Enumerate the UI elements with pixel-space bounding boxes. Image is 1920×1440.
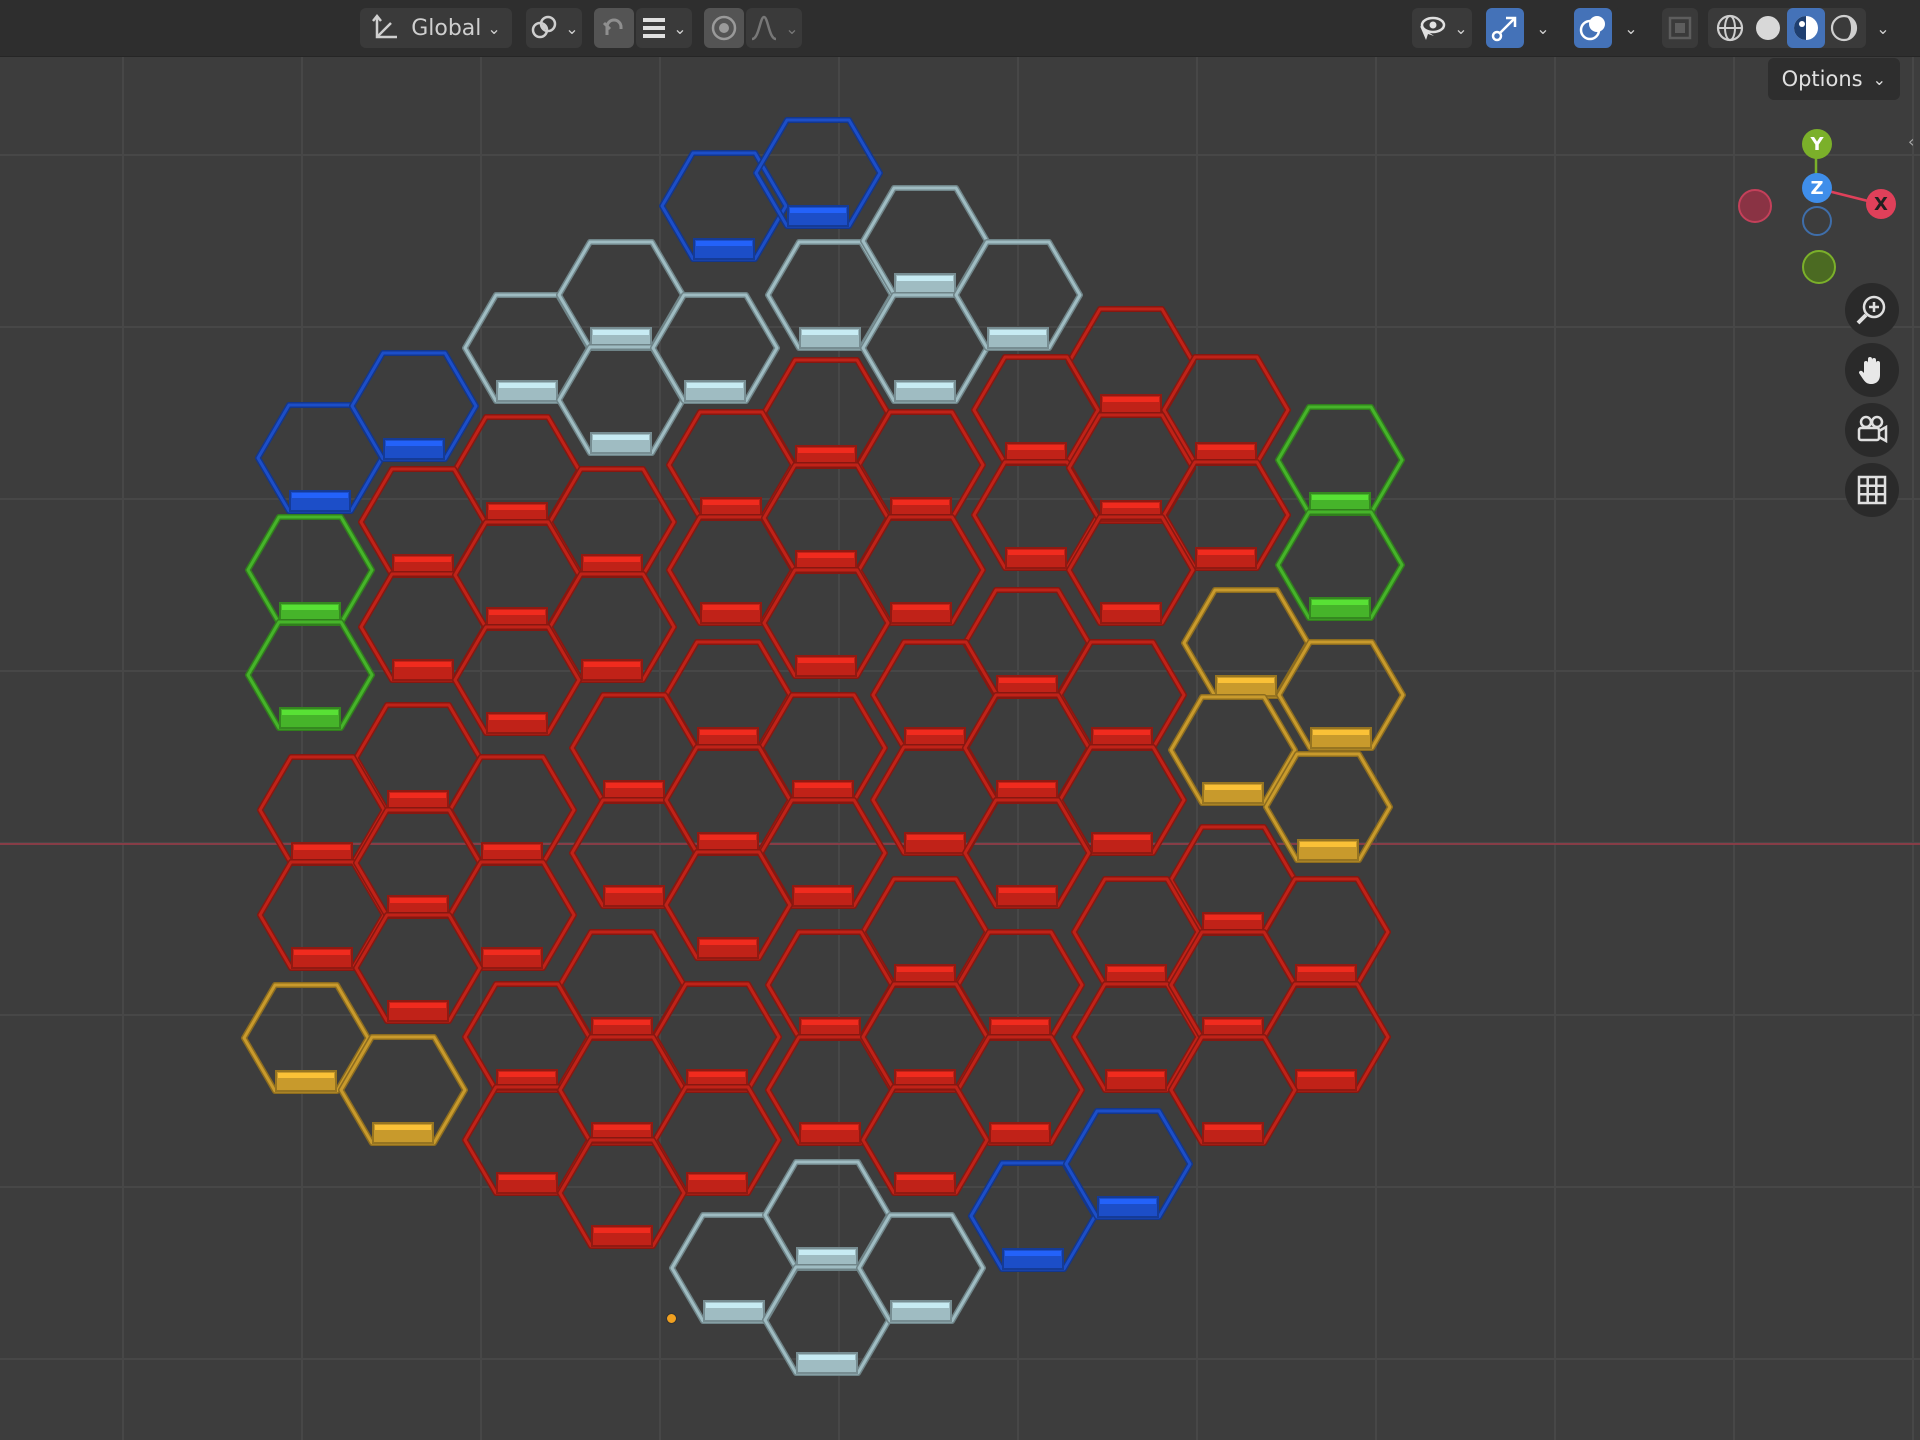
chevron-down-icon: ⌄ [1872,69,1886,89]
options-dropdown[interactable]: Options ⌄ [1767,58,1900,100]
zoom-icon [1855,293,1889,327]
camera-view-button[interactable] [1845,403,1899,457]
y-axis-ball[interactable]: Y [1802,129,1832,159]
snap-settings-dropdown[interactable]: ⌄ [636,8,692,48]
falloff-curve-icon [749,13,779,43]
x-axis-ball[interactable]: X [1866,189,1896,219]
blue-hexagon[interactable] [753,117,883,229]
chevron-down-icon: ⌄ [487,18,501,38]
overlays-dropdown[interactable]: ⌄ [1614,8,1648,48]
yellow-hexagon[interactable] [338,1034,468,1146]
chevron-down-icon: ⌄ [1536,18,1550,38]
yellow-hexagon[interactable] [1276,639,1406,751]
proportional-editing-icon [709,13,739,43]
grey-hexagon[interactable] [650,292,780,404]
red-hexagon[interactable] [1066,514,1196,626]
red-hexagon[interactable] [353,912,483,1024]
chevron-down-icon: ⌄ [1624,18,1638,38]
chevron-down-icon: ⌄ [565,18,579,38]
blue-hexagon[interactable] [659,150,789,262]
3d-viewport[interactable]: Global ⌄ ⌄ ⌄ ⌄ ⌄ ⌄ ⌄ ⌄ Options ⌄ ‹ Y Z X [0,0,1920,1440]
selectability-visibility-icon [1416,12,1448,44]
solid-shading-icon[interactable] [1749,13,1787,43]
snap-magnet-icon [599,13,629,43]
pivot-point-icon [529,13,559,43]
chevron-down-icon: ⌄ [673,18,687,38]
red-hexagon[interactable] [962,797,1092,909]
z-axis-ball[interactable]: Z [1802,173,1832,203]
red-hexagon[interactable] [1168,929,1298,1041]
blue-hexagon[interactable] [1063,1108,1193,1220]
negative-y-axis-ball[interactable] [1802,250,1836,284]
red-hexagon[interactable] [1066,412,1196,524]
gizmo-toggle[interactable] [1486,8,1524,48]
red-hexagon[interactable] [1168,1034,1298,1146]
grey-hexagon[interactable] [856,1212,986,1324]
red-hexagon[interactable] [663,849,793,961]
transform-orientation-label: Global [411,15,482,41]
pivot-point-dropdown[interactable]: ⌄ [526,8,582,48]
red-hexagon[interactable] [860,1084,990,1196]
yellow-hexagon[interactable] [1263,751,1393,863]
chevron-down-icon: ⌄ [785,18,799,38]
red-hexagon[interactable] [452,624,582,736]
red-hexagon[interactable] [870,639,1000,751]
blue-hexagon[interactable] [349,350,479,462]
red-hexagon[interactable] [761,567,891,679]
red-hexagon[interactable] [557,1137,687,1249]
grid-ortho-icon [1856,474,1888,506]
snap-increment-icon [641,15,667,41]
overlays-icon [1578,13,1608,43]
zoom-button[interactable] [1845,283,1899,337]
transform-orientation-dropdown[interactable]: Global ⌄ [360,8,512,48]
pan-hand-icon [1855,353,1889,387]
xray-toggle[interactable] [1662,8,1698,48]
gizmo-toggle-icon [1490,13,1520,43]
orthographic-toggle-button[interactable] [1845,463,1899,517]
material-preview-shading-icon[interactable] [1787,8,1825,48]
grey-hexagon[interactable] [953,239,1083,351]
xray-icon [1667,15,1693,41]
proportional-falloff-dropdown[interactable]: ⌄ [746,8,802,48]
shading-dropdown[interactable]: ⌄ [1866,8,1900,48]
pan-button[interactable] [1845,343,1899,397]
chevron-down-icon: ⌄ [1876,18,1890,38]
negative-z-axis-ball[interactable] [1802,206,1832,236]
gizmo-dropdown[interactable]: ⌄ [1526,8,1560,48]
shading-mode-group [1708,8,1866,48]
visibility-dropdown[interactable]: ⌄ [1412,8,1472,48]
rendered-shading-icon[interactable] [1825,13,1863,43]
proportional-editing-toggle[interactable] [704,8,744,48]
hexagon-mesh-layer[interactable] [0,0,1920,1440]
chevron-down-icon: ⌄ [1454,18,1468,38]
transform-orientation-icon [371,13,401,43]
red-hexagon[interactable] [870,744,1000,856]
options-label: Options [1781,67,1863,91]
object-origin-point[interactable] [666,1313,677,1324]
green-hexagon[interactable] [245,514,375,626]
green-hexagon[interactable] [245,619,375,731]
red-hexagon[interactable] [1066,306,1196,418]
overlays-toggle[interactable] [1574,8,1612,48]
negative-x-axis-ball[interactable] [1738,189,1772,223]
wireframe-shading-icon[interactable] [1711,13,1749,43]
viewport-header: Global ⌄ ⌄ ⌄ ⌄ ⌄ ⌄ ⌄ ⌄ [0,0,1920,57]
green-hexagon[interactable] [1275,509,1405,621]
camera-view-icon [1855,413,1889,447]
green-hexagon[interactable] [1275,404,1405,516]
snap-toggle[interactable] [594,8,634,48]
